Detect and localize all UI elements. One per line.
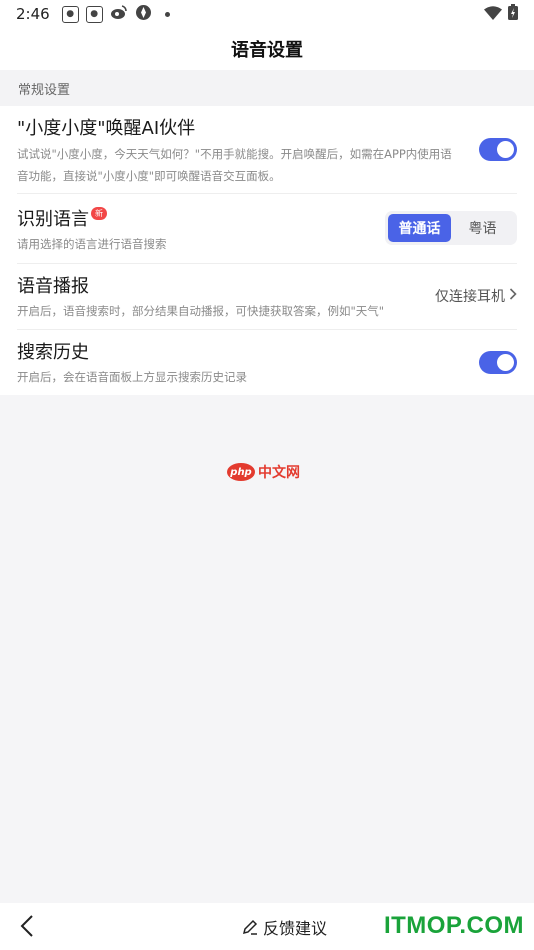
php-watermark-text: 中文网: [258, 465, 300, 481]
baidu-paw-icon: ●: [85, 5, 103, 23]
settings-list: "小度小度"唤醒AI伙伴 试试说"小度小度，今天天气如何？"不用手就能搜。开启唤…: [0, 106, 534, 395]
more-notifications-dot: [164, 11, 170, 17]
bottom-bar: 反馈建议 ITMOP.COM: [0, 903, 534, 950]
wake-toggle[interactable]: [479, 138, 517, 161]
setting-history-row[interactable]: 搜索历史 开启后，会在语音面板上方显示搜索历史记录: [17, 330, 517, 395]
wifi-icon: [484, 5, 502, 24]
new-badge: 新: [91, 207, 107, 220]
setting-wake-row[interactable]: "小度小度"唤醒AI伙伴 试试说"小度小度，今天天气如何？"不用手就能搜。开启唤…: [17, 106, 517, 194]
aperture-icon: [135, 4, 152, 25]
toggle-knob: [497, 354, 514, 371]
feedback-button[interactable]: 反馈建议: [242, 915, 327, 939]
setting-wake-title: "小度小度"唤醒AI伙伴: [17, 118, 196, 139]
php-logo: php: [227, 463, 255, 481]
language-option-mandarin[interactable]: 普通话: [388, 214, 451, 242]
baidu-paw-icon: ●: [61, 5, 79, 23]
setting-history-desc: 开启后，会在语音面板上方显示搜索历史记录: [17, 370, 247, 384]
system-icons: [484, 4, 518, 24]
setting-history-title: 搜索历史: [17, 342, 89, 363]
itmop-watermark: ITMOP.COM: [383, 912, 524, 939]
broadcast-value-label: 仅连接耳机: [435, 289, 505, 305]
setting-broadcast-row[interactable]: 语音播报 开启后，语音搜索时，部分结果自动播报，可快捷获取答案，例如"天气" 仅…: [17, 264, 517, 330]
chevron-left-icon: [20, 915, 33, 937]
toggle-knob: [497, 141, 514, 158]
weibo-icon: [110, 4, 128, 24]
battery-charging-icon: [508, 4, 518, 24]
status-time: 2:46: [16, 5, 50, 23]
page-header: 语音设置: [0, 28, 534, 70]
php-watermark: php 中文网: [227, 462, 300, 482]
pencil-icon: [242, 919, 258, 935]
status-bar: 2:46 ● ●: [0, 0, 534, 28]
broadcast-value[interactable]: 仅连接耳机: [435, 286, 517, 306]
language-option-cantonese[interactable]: 粤语: [451, 214, 514, 242]
setting-wake-desc: 试试说"小度小度，今天天气如何？"不用手就能搜。开启唤醒后，如需在APP内使用语…: [17, 147, 452, 183]
feedback-label: 反馈建议: [263, 919, 328, 938]
page-title: 语音设置: [231, 40, 303, 61]
back-button[interactable]: [16, 914, 40, 938]
language-segmented-control: 普通话 粤语: [385, 211, 517, 245]
setting-language-title: 识别语言: [17, 209, 89, 230]
section-label: 常规设置: [0, 70, 534, 106]
notification-icons: ● ●: [61, 4, 170, 25]
setting-language-row: 识别语言新 请用选择的语言进行语音搜索 普通话 粤语: [17, 194, 517, 264]
history-toggle[interactable]: [479, 351, 517, 374]
chevron-right-icon: [509, 288, 517, 304]
